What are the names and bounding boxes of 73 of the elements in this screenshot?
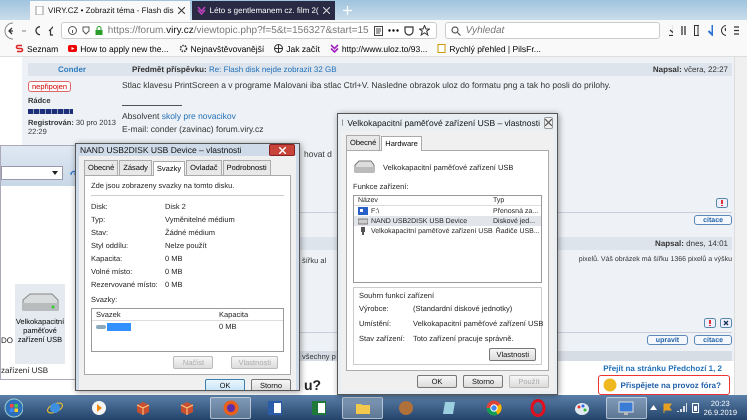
- play-icon: [68, 44, 78, 53]
- address-field[interactable]: [1, 166, 63, 180]
- document-icon: [266, 398, 284, 416]
- signature-text: Absolvent skoly pre novacikov: [122, 111, 236, 121]
- caret-icon[interactable]: [650, 405, 657, 410]
- search-field[interactable]: Vyhledat: [444, 22, 660, 39]
- report-icon[interactable]: [716, 198, 728, 208]
- wheel-icon: [485, 398, 504, 416]
- lock-icon: [94, 26, 103, 35]
- start-orb-icon[interactable]: [4, 398, 24, 418]
- info-icon: [68, 26, 77, 35]
- chevron-icon: [330, 44, 339, 53]
- page-icon: [437, 44, 446, 53]
- heading-text: u?: [304, 377, 322, 393]
- globe-icon: [222, 398, 240, 416]
- close-icon[interactable]: [178, 7, 185, 14]
- back-icon[interactable]: [4, 22, 13, 40]
- gear-icon: [178, 44, 188, 53]
- page-icon: [35, 6, 44, 15]
- shield-icon: [82, 26, 90, 35]
- plug-icon: [358, 227, 368, 235]
- arrow-down-icon[interactable]: [707, 25, 713, 36]
- circle-icon: [397, 398, 416, 416]
- pagination-link[interactable]: Přejít na stránku Předchozí 1, 2: [603, 364, 722, 372]
- post-date: Napsal: včera, 22:27: [652, 65, 728, 74]
- report-icon[interactable]: [704, 318, 716, 328]
- monitor-icon: [617, 398, 636, 416]
- bookmark[interactable]: Nejnavštěvovanější: [178, 44, 264, 54]
- address-bar[interactable]: https://forum.viry.cz/viewtopic.php?f=5&t=156327&start=15: [60, 22, 437, 39]
- scrollbar[interactable]: [734, 57, 747, 395]
- donate-link[interactable]: Přispějete na provoz fóra?: [598, 375, 730, 395]
- globe-icon: [274, 44, 284, 53]
- pocket-icon[interactable]: [404, 26, 414, 36]
- post-text: hovat d: [304, 149, 332, 159]
- signal-icon[interactable]: [676, 402, 687, 412]
- item-label: DO: [1, 336, 13, 345]
- spreadsheet-icon: [310, 398, 328, 416]
- coin-icon: [602, 378, 617, 392]
- sidebar-icon[interactable]: [694, 25, 700, 36]
- ring-icon: [529, 398, 548, 416]
- bookmark[interactable]: Rychlý přehled | PilsFr...: [437, 44, 541, 54]
- caret-icon: [52, 171, 58, 175]
- post-text: Stlac klavesu PrintScreen a v programe Malovani iba stlac Ctrl+V. Nasledne obrazok uloz do formatu png a tak ho posli do prilohy.: [122, 80, 611, 90]
- taskbar-button[interactable]: [210, 396, 252, 418]
- close-button[interactable]: [269, 144, 295, 156]
- rank-bar: [28, 109, 73, 114]
- library-icon[interactable]: [680, 25, 686, 36]
- battery-icon[interactable]: [692, 402, 699, 413]
- email-text: E-mail: conder (zavinac) forum.viry.cz: [122, 124, 264, 134]
- close-icon: [278, 146, 286, 154]
- star-icon[interactable]: [418, 25, 430, 36]
- s-letter-icon: [15, 44, 24, 53]
- signature-link[interactable]: skoly pre novacikov: [162, 111, 236, 121]
- bookmark[interactable]: Jak začít: [274, 44, 320, 54]
- bookmark[interactable]: http://www.uloz.to/93...: [330, 44, 428, 54]
- close-icon: [545, 119, 552, 126]
- reader-icon[interactable]: [374, 26, 383, 36]
- menu-icon[interactable]: [734, 26, 739, 35]
- browser-tab[interactable]: VIRY.CZ • Zobrazit téma - Flash dis: [30, 1, 190, 20]
- window-title: Velkokapacitní paměťové zařízení USB – vlastnosti: [347, 118, 540, 128]
- bookmark[interactable]: Seznam: [15, 44, 58, 54]
- browser-tab[interactable]: Léto s gentlemanem cz. film 2(: [192, 1, 335, 20]
- window-title: NAND USB2DISK USB Device – vlastnosti: [80, 145, 242, 155]
- post-subject: Předmět příspěvku: Re: Flash disk nejde zobrazit 32 GB: [132, 65, 338, 74]
- flag-icon[interactable]: [662, 402, 672, 412]
- chevron-icon: [196, 6, 206, 15]
- close-button[interactable]: [544, 116, 553, 128]
- status-text: zařízení USB: [1, 366, 48, 375]
- post-date: Napsal: dnes, 14:01: [655, 239, 728, 248]
- more-icon[interactable]: [388, 29, 399, 32]
- bookmark[interactable]: How to apply new the...: [68, 44, 169, 54]
- play-icon: [90, 398, 108, 416]
- delete-icon[interactable]: [720, 318, 732, 328]
